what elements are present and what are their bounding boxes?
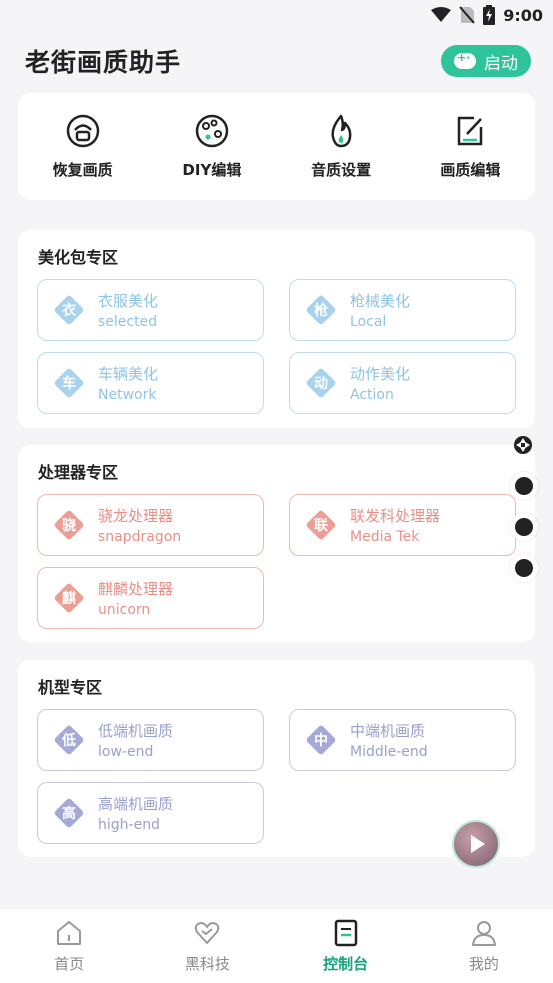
tile-subtitle: Media Tek <box>350 529 420 545</box>
tile-title: 麒麟处理器 <box>98 580 174 598</box>
tile-subtitle: low-end <box>98 744 154 760</box>
home-icon <box>57 920 82 945</box>
tile-middle-end[interactable]: 中 中端机画质 Middle-end <box>289 709 516 771</box>
tile-actions[interactable]: 动 动作美化 Action <box>289 352 516 414</box>
quick-action-diy[interactable]: DIY编辑 <box>147 93 276 200</box>
status-bar: 9:00 <box>0 0 553 30</box>
heart-icon <box>195 921 220 944</box>
quick-action-label: 画质编辑 <box>440 161 501 179</box>
tile-snapdragon[interactable]: 骁 骁龙处理器 snapdragon <box>37 494 264 556</box>
tile-title: 中端机画质 <box>350 722 426 740</box>
tile-mediatek[interactable]: 联 联发科处理器 Media Tek <box>289 494 516 556</box>
tile-subtitle: Action <box>350 387 394 403</box>
launch-button-label: 启动 <box>484 53 518 74</box>
wifi-icon <box>431 7 452 23</box>
profile-icon <box>471 920 496 946</box>
tile-vehicles[interactable]: 车 车辆美化 Network <box>37 352 264 414</box>
quick-action-label: 音质设置 <box>311 161 372 179</box>
tile-subtitle: selected <box>98 314 158 330</box>
tile-low-end[interactable]: 低 低端机画质 low-end <box>37 709 264 771</box>
launch-button[interactable]: 启动 <box>441 45 531 77</box>
clothes-badge-icon: 衣 <box>53 294 85 326</box>
tile-title: 联发科处理器 <box>350 507 441 525</box>
tile-title: 低端机画质 <box>98 722 174 740</box>
nav-profile[interactable]: 我的 <box>415 909 553 983</box>
quick-action-restore[interactable]: 恢复画质 <box>18 93 147 200</box>
nav-black-tech[interactable]: 黑科技 <box>138 909 276 983</box>
quick-action-quality-edit[interactable]: 画质编辑 <box>406 93 535 200</box>
beauty-section: 美化包专区 衣 衣服美化 selected 枪 枪械美化 Local 车 车辆美化 N… <box>18 230 535 428</box>
gamepad-icon <box>454 51 476 69</box>
tile-title: 动作美化 <box>350 365 411 383</box>
battery-charging-icon <box>483 5 496 25</box>
nav-label: 控制台 <box>323 954 369 973</box>
tile-title: 车辆美化 <box>98 365 159 383</box>
header: 老街画质助手 启动 <box>0 30 553 92</box>
palette-icon <box>195 114 229 148</box>
kirin-badge-icon: 麒 <box>53 582 85 614</box>
snapdragon-badge-icon: 骁 <box>53 509 85 541</box>
tile-weapons[interactable]: 枪 枪械美化 Local <box>289 279 516 341</box>
action-badge-icon: 动 <box>305 367 337 399</box>
edit-icon <box>458 116 483 146</box>
tile-kirin[interactable]: 麒 麒麟处理器 unicorn <box>37 567 264 629</box>
status-time: 9:00 <box>503 5 543 25</box>
tile-clothes[interactable]: 衣 衣服美化 selected <box>37 279 264 341</box>
weapon-badge-icon: 枪 <box>305 294 337 326</box>
tile-subtitle: Local <box>350 314 387 330</box>
app-title: 老街画质助手 <box>25 48 182 77</box>
section-title: 美化包专区 <box>38 248 119 267</box>
low-end-badge-icon: 低 <box>53 724 85 756</box>
nav-label: 我的 <box>468 954 499 973</box>
processor-section: 处理器专区 骁 骁龙处理器 snapdragon 联 联发科处理器 Media Te… <box>18 445 535 642</box>
vehicle-badge-icon: 车 <box>53 367 85 399</box>
mediatek-badge-icon: 联 <box>305 509 337 541</box>
flame-icon <box>331 114 352 148</box>
nav-console[interactable]: 控制台 <box>277 909 415 983</box>
quick-action-label: DIY编辑 <box>182 161 242 179</box>
quick-action-label: 恢复画质 <box>52 161 113 179</box>
tile-subtitle: Middle-end <box>350 744 428 760</box>
restore-icon <box>66 114 99 148</box>
quick-action-sound[interactable]: 音质设置 <box>277 93 406 200</box>
console-icon <box>334 919 357 946</box>
tile-title: 高端机画质 <box>98 795 174 813</box>
section-title: 机型专区 <box>38 678 103 697</box>
quick-actions-card: 恢复画质 DIY编辑 音质设置 画质编辑 <box>18 93 535 200</box>
bottom-nav: 首页 黑科技 控制台 我的 <box>0 908 553 983</box>
nav-home[interactable]: 首页 <box>0 909 138 983</box>
tile-title: 衣服美化 <box>98 292 159 310</box>
tile-subtitle: snapdragon <box>98 529 182 545</box>
move-tool-icon[interactable] <box>509 431 537 459</box>
tile-subtitle: Network <box>98 387 157 403</box>
tile-title: 骁龙处理器 <box>98 507 174 525</box>
floating-tool-1-icon[interactable] <box>510 472 538 500</box>
section-title: 处理器专区 <box>38 463 119 482</box>
tile-high-end[interactable]: 高 高端机画质 high-end <box>37 782 264 844</box>
high-end-badge-icon: 高 <box>53 797 85 829</box>
no-sim-icon <box>459 6 475 24</box>
tile-title: 枪械美化 <box>350 292 411 310</box>
floating-tool-3-icon[interactable] <box>510 554 538 582</box>
tile-subtitle: unicorn <box>98 602 151 618</box>
floating-tool-2-icon[interactable] <box>510 513 538 541</box>
nav-label: 黑科技 <box>184 954 230 973</box>
floating-video-button[interactable] <box>452 820 500 868</box>
tile-subtitle: high-end <box>98 817 160 833</box>
nav-label: 首页 <box>54 954 85 973</box>
middle-end-badge-icon: 中 <box>305 724 337 756</box>
play-icon <box>471 835 485 853</box>
